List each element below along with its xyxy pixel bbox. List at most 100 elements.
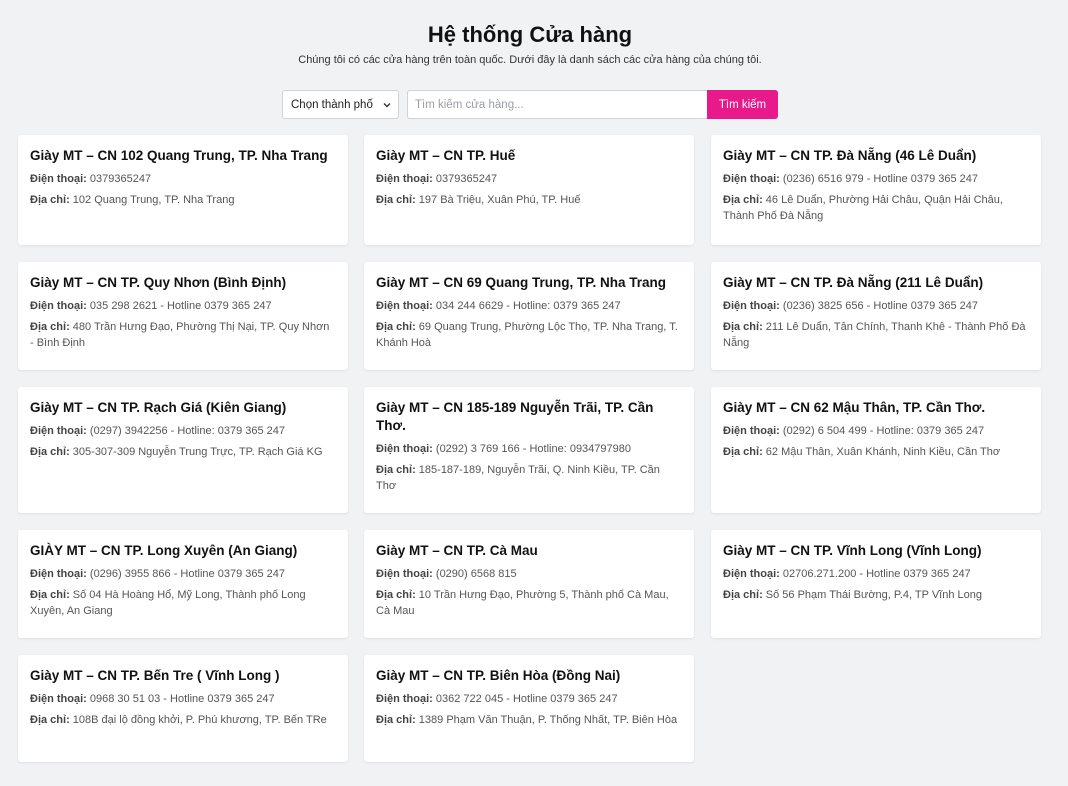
store-card: Giày MT – CN TP. Cà Mau Điện thoại: (029… — [364, 530, 694, 638]
store-phone: Điện thoại: 035 298 2621 - Hotline 0379 … — [30, 298, 336, 314]
store-search-input[interactable] — [407, 90, 707, 119]
phone-value: (0296) 3955 866 - Hotline 0379 365 247 — [89, 568, 286, 580]
store-phone: Điện thoại: (0236) 6516 979 - Hotline 03… — [723, 171, 1029, 187]
store-address: Địa chỉ: 1389 Phạm Văn Thuận, P. Thống N… — [376, 712, 682, 728]
store-card: Giày MT – CN TP. Đà Nẵng (211 Lê Duẩn) Đ… — [711, 262, 1041, 370]
store-address: Địa chỉ: 108B đại lộ đồng khởi, P. Phú k… — [30, 712, 336, 728]
address-label: Địa chỉ: — [376, 194, 416, 206]
store-name: Giày MT – CN TP. Biên Hòa (Đồng Nai) — [376, 668, 621, 683]
store-card: Giày MT – CN TP. Quy Nhơn (Bình Định) Đi… — [18, 262, 348, 370]
address-label: Địa chỉ: — [723, 321, 763, 333]
phone-value: (0292) 3 769 166 - Hotline: 0934797980 — [435, 443, 632, 455]
address-label: Địa chỉ: — [30, 714, 70, 726]
store-address: Địa chỉ: 197 Bà Triệu, Xuân Phú, TP. Huế — [376, 192, 682, 208]
store-address: Địa chỉ: 480 Trần Hưng Đạo, Phường Thị N… — [30, 319, 336, 351]
store-phone: Điện thoại: 034 244 6629 - Hotline: 0379… — [376, 298, 682, 314]
store-card: Giày MT – CN TP. Bến Tre ( Vĩnh Long ) Đ… — [18, 655, 348, 762]
city-select[interactable]: Chọn thành phố — [282, 90, 399, 119]
phone-value: 0362 722 045 - Hotline 0379 365 247 — [435, 693, 618, 705]
phone-value: (0290) 6568 815 — [435, 568, 517, 580]
chevron-down-icon — [382, 100, 392, 110]
store-phone: Điện thoại: (0290) 6568 815 — [376, 566, 682, 582]
store-phone: Điện thoại: 0968 30 51 03 - Hotline 0379… — [30, 691, 336, 707]
store-name: Giày MT – CN TP. Huế — [376, 148, 516, 163]
store-card: Giày MT – CN 185-189 Nguyễn Trãi, TP. Cầ… — [364, 387, 694, 513]
store-phone: Điện thoại: (0297) 3942256 - Hotline: 03… — [30, 423, 336, 439]
address-value: 197 Bà Triệu, Xuân Phú, TP. Huế — [418, 194, 581, 206]
address-value: 1389 Phạm Văn Thuận, P. Thống Nhất, TP. … — [418, 714, 678, 726]
search-button[interactable]: Tìm kiếm — [707, 90, 778, 119]
store-address: Địa chỉ: 46 Lê Duẩn, Phường Hải Châu, Qu… — [723, 192, 1029, 224]
store-address: Địa chỉ: 102 Quang Trung, TP. Nha Trang — [30, 192, 336, 208]
store-card: GIÀY MT – CN TP. Long Xuyên (An Giang) Đ… — [18, 530, 348, 638]
store-card: Giày MT – CN 62 Mậu Thân, TP. Cần Thơ. Đ… — [711, 387, 1041, 513]
phone-label: Điện thoại: — [30, 568, 87, 580]
store-name: Giày MT – CN 69 Quang Trung, TP. Nha Tra… — [376, 275, 667, 290]
store-address: Địa chỉ: 62 Mậu Thân, Xuân Khánh, Ninh K… — [723, 444, 1029, 460]
address-label: Địa chỉ: — [30, 321, 70, 333]
store-address: Địa chỉ: 305-307-309 Nguyễn Trung Trực, … — [30, 444, 336, 460]
store-card: Giày MT – CN 69 Quang Trung, TP. Nha Tra… — [364, 262, 694, 370]
address-value: 211 Lê Duẩn, Tân Chính, Thanh Khê - Thàn… — [723, 321, 1026, 349]
phone-value: 034 244 6629 - Hotline: 0379 365 247 — [435, 300, 621, 312]
address-label: Địa chỉ: — [30, 589, 70, 601]
store-phone: Điện thoại: (0292) 6 504 499 - Hotline: … — [723, 423, 1029, 439]
store-phone: Điện thoại: 0362 722 045 - Hotline 0379 … — [376, 691, 682, 707]
phone-label: Điện thoại: — [30, 300, 87, 312]
phone-label: Điện thoại: — [723, 173, 780, 185]
address-label: Địa chỉ: — [723, 194, 763, 206]
phone-label: Điện thoại: — [376, 568, 433, 580]
store-name: Giày MT – CN TP. Rạch Giá (Kiên Giang) — [30, 400, 287, 415]
store-phone: Điện thoại: 02706.271.200 - Hotline 0379… — [723, 566, 1029, 582]
address-label: Địa chỉ: — [376, 714, 416, 726]
address-value: Số 56 Phạm Thái Bường, P.4, TP Vĩnh Long — [765, 589, 982, 601]
store-name: Giày MT – CN TP. Bến Tre ( Vĩnh Long ) — [30, 668, 280, 683]
phone-value: (0292) 6 504 499 - Hotline: 0379 365 247 — [782, 425, 985, 437]
store-name: GIÀY MT – CN TP. Long Xuyên (An Giang) — [30, 543, 298, 558]
address-label: Địa chỉ: — [723, 589, 763, 601]
address-label: Địa chỉ: — [376, 464, 416, 476]
store-phone: Điện thoại: (0236) 3825 656 - Hotline 03… — [723, 298, 1029, 314]
store-phone: Điện thoại: (0296) 3955 866 - Hotline 03… — [30, 566, 336, 582]
store-name: Giày MT – CN 185-189 Nguyễn Trãi, TP. Cầ… — [376, 400, 654, 433]
address-value: 108B đại lộ đồng khởi, P. Phú khương, TP… — [72, 714, 327, 726]
phone-label: Điện thoại: — [376, 693, 433, 705]
store-name: Giày MT – CN 62 Mậu Thân, TP. Cần Thơ. — [723, 400, 986, 415]
store-address: Địa chỉ: Số 04 Hà Hoàng Hổ, Mỹ Long, Thà… — [30, 587, 336, 619]
address-label: Địa chỉ: — [376, 589, 416, 601]
store-address: Địa chỉ: 10 Trần Hưng Đạo, Phường 5, Thà… — [376, 587, 682, 619]
address-value: 480 Trần Hưng Đạo, Phường Thị Nại, TP. Q… — [30, 321, 330, 349]
address-value: 102 Quang Trung, TP. Nha Trang — [72, 194, 235, 206]
phone-label: Điện thoại: — [376, 300, 433, 312]
store-phone: Điện thoại: 0379365247 — [376, 171, 682, 187]
store-address: Địa chỉ: 69 Quang Trung, Phường Lộc Thọ,… — [376, 319, 682, 351]
phone-value: 0968 30 51 03 - Hotline 0379 365 247 — [89, 693, 275, 705]
address-label: Địa chỉ: — [30, 446, 70, 458]
phone-label: Điện thoại: — [376, 173, 433, 185]
store-card: Giày MT – CN TP. Biên Hòa (Đồng Nai) Điệ… — [364, 655, 694, 762]
store-card: Giày MT – CN TP. Vĩnh Long (Vĩnh Long) Đ… — [711, 530, 1041, 638]
phone-label: Điện thoại: — [30, 173, 87, 185]
phone-label: Điện thoại: — [30, 425, 87, 437]
phone-value: 0379365247 — [435, 173, 498, 185]
phone-label: Điện thoại: — [723, 300, 780, 312]
phone-value: 02706.271.200 - Hotline 0379 365 247 — [782, 568, 971, 580]
store-name: Giày MT – CN TP. Đà Nẵng (211 Lê Duẩn) — [723, 275, 984, 290]
address-value: Số 04 Hà Hoàng Hổ, Mỹ Long, Thành phố Lo… — [30, 589, 306, 617]
store-phone: Điện thoại: 0379365247 — [30, 171, 336, 187]
store-address: Địa chỉ: Số 56 Phạm Thái Bường, P.4, TP … — [723, 587, 1029, 603]
phone-label: Điện thoại: — [723, 568, 780, 580]
store-address: Địa chỉ: 211 Lê Duẩn, Tân Chính, Thanh K… — [723, 319, 1029, 351]
phone-label: Điện thoại: — [376, 443, 433, 455]
store-locator-page: Hệ thống Cửa hàng Chúng tôi có các cửa h… — [0, 0, 1068, 786]
store-card: Giày MT – CN TP. Rạch Giá (Kiên Giang) Đ… — [18, 387, 348, 513]
phone-value: (0236) 6516 979 - Hotline 0379 365 247 — [782, 173, 979, 185]
phone-value: (0297) 3942256 - Hotline: 0379 365 247 — [89, 425, 286, 437]
address-label: Địa chỉ: — [723, 446, 763, 458]
store-name: Giày MT – CN TP. Quy Nhơn (Bình Định) — [30, 275, 287, 290]
address-value: 10 Trần Hưng Đạo, Phường 5, Thành phố Cà… — [376, 589, 669, 617]
store-name: Giày MT – CN 102 Quang Trung, TP. Nha Tr… — [30, 148, 328, 163]
phone-value: 0379365247 — [89, 173, 152, 185]
phone-value: 035 298 2621 - Hotline 0379 365 247 — [89, 300, 272, 312]
store-card: Giày MT – CN TP. Đà Nẵng (46 Lê Duẩn) Đi… — [711, 135, 1041, 245]
